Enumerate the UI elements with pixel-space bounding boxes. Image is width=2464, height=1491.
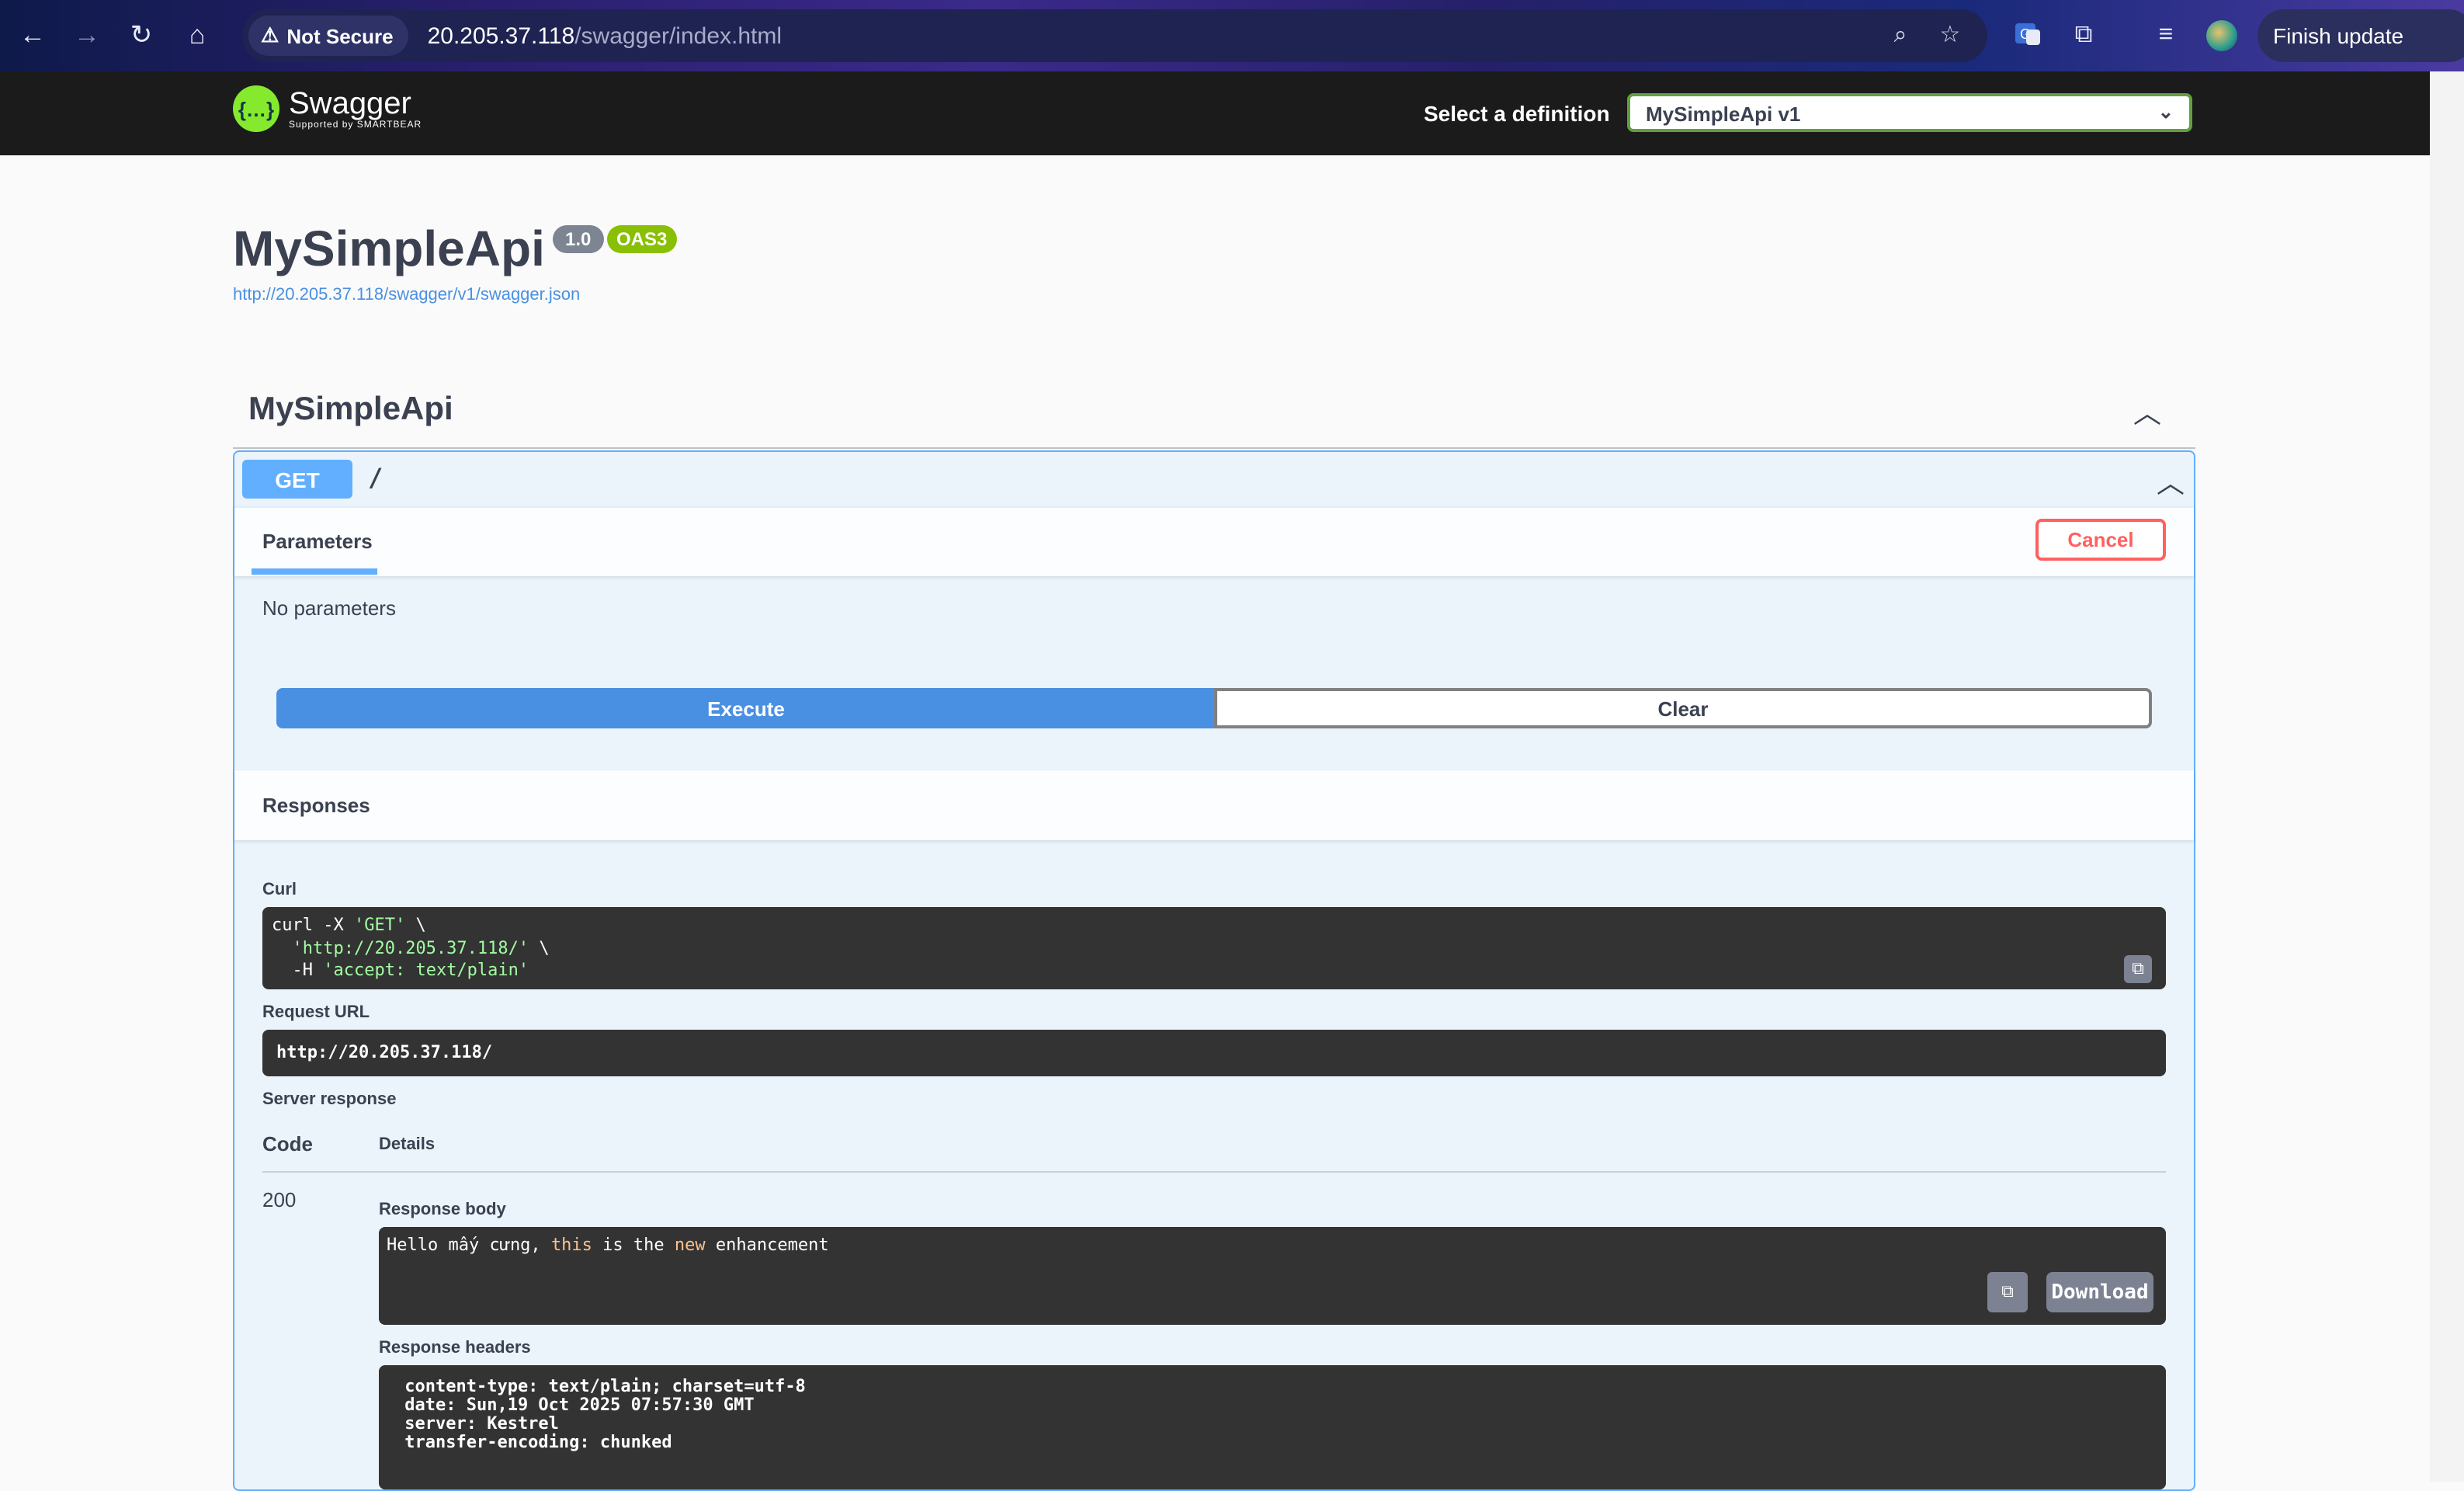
curl-line-3: -H 'accept: text/plain' bbox=[272, 960, 529, 980]
swagger-logo-text: Swagger bbox=[289, 86, 411, 120]
definition-select-value: MySimpleApi v1 bbox=[1646, 103, 1801, 126]
no-parameters-text: No parameters bbox=[262, 596, 396, 620]
operation-summary[interactable]: GET / ︿ bbox=[234, 452, 2194, 508]
responses-header bbox=[234, 770, 2194, 840]
page-root: ← → ↻ ⌂ ⚠ Not Secure 20.205.37.118/swagg… bbox=[0, 0, 2464, 1491]
request-url-block[interactable]: http://20.205.37.118/ bbox=[262, 1030, 2166, 1076]
zoom-icon[interactable]: ⌕ bbox=[1885, 20, 1916, 51]
operation-block: GET / ︿ Parameters Cancel No parameters … bbox=[233, 450, 2195, 1491]
url-host: 20.205.37.118 bbox=[427, 23, 575, 49]
request-url-label: Request URL bbox=[262, 1003, 370, 1022]
response-header-line: date: Sun,19 Oct 2025 07:57:30 GMT bbox=[394, 1395, 765, 1415]
swagger-logo-subtext: Supported by SMARTBEAR bbox=[289, 120, 422, 130]
response-header-line: server: Kestrel bbox=[394, 1413, 570, 1434]
response-body-block[interactable]: Hello mấy cưng, this is the new enhancem… bbox=[379, 1227, 2166, 1325]
not-secure-label: Not Secure bbox=[286, 24, 394, 47]
chevron-down-icon: ⌄ bbox=[2157, 101, 2174, 123]
response-header-line: content-type: text/plain; charset=utf-8 bbox=[394, 1376, 817, 1396]
curl-line-2: 'http://20.205.37.118/' \ bbox=[292, 937, 550, 958]
chevron-up-icon[interactable]: ︿ bbox=[2133, 391, 2161, 432]
translate-icon[interactable]: G bbox=[2011, 19, 2045, 53]
response-header-line: transfer-encoding: chunked bbox=[394, 1432, 682, 1452]
url-path: /swagger/index.html bbox=[574, 23, 783, 49]
server-response-label: Server response bbox=[262, 1090, 397, 1109]
code-column-header: Code bbox=[262, 1132, 313, 1156]
definition-select[interactable]: MySimpleApi v1 ⌄ bbox=[1627, 93, 2192, 132]
parameters-header: Parameters Cancel bbox=[234, 506, 2194, 576]
reading-list-icon[interactable]: ≡ bbox=[2149, 19, 2183, 53]
operation-path: / bbox=[368, 463, 383, 492]
response-body-label: Response body bbox=[379, 1201, 506, 1219]
copy-icon[interactable]: ⧉ bbox=[1987, 1272, 2028, 1312]
curl-code-block[interactable]: curl -X 'GET' \ 'http://20.205.37.118/' … bbox=[262, 907, 2166, 989]
not-secure-chip[interactable]: ⚠ Not Secure bbox=[248, 16, 409, 56]
response-body-text: Hello mấy cưng, this is the new enhancem… bbox=[387, 1235, 829, 1255]
cancel-button[interactable]: Cancel bbox=[2035, 519, 2166, 561]
response-headers-block[interactable]: content-type: text/plain; charset=utf-8 … bbox=[379, 1365, 2166, 1489]
status-code: 200 bbox=[262, 1188, 297, 1211]
bookmark-star-icon[interactable]: ☆ bbox=[1935, 20, 1966, 51]
api-title: MySimpleApi bbox=[233, 221, 545, 276]
download-button[interactable]: Download bbox=[2046, 1272, 2153, 1312]
chevron-up-icon[interactable]: ︿ bbox=[2157, 461, 2185, 502]
version-badge: 1.0 bbox=[553, 225, 604, 253]
tag-section-header[interactable]: MySimpleApi ︿ bbox=[233, 376, 2195, 449]
extensions-icon[interactable]: ⧉ bbox=[2067, 19, 2101, 53]
url-text[interactable]: 20.205.37.118/swagger/index.html bbox=[428, 23, 782, 49]
request-url-value: http://20.205.37.118/ bbox=[276, 1042, 493, 1062]
tab-parameters[interactable]: Parameters bbox=[262, 530, 373, 553]
warning-icon: ⚠ bbox=[261, 23, 279, 47]
swagger-topbar: {…} Swagger Supported by SMARTBEAR Selec… bbox=[0, 71, 2430, 155]
tab-underline bbox=[252, 568, 377, 575]
response-headers-label: Response headers bbox=[379, 1339, 531, 1357]
response-table-divider bbox=[262, 1171, 2166, 1173]
finish-update-label: Finish update bbox=[2273, 23, 2404, 48]
curl-label: Curl bbox=[262, 881, 297, 899]
oas-badge: OAS3 bbox=[607, 225, 677, 253]
tag-name: MySimpleApi bbox=[248, 391, 453, 427]
curl-line-1: curl -X 'GET' \ bbox=[272, 915, 426, 935]
definition-select-label: Select a definition bbox=[1424, 101, 1610, 126]
profile-avatar[interactable] bbox=[2206, 20, 2237, 51]
browser-toolbar: ← → ↻ ⌂ ⚠ Not Secure 20.205.37.118/swagg… bbox=[0, 0, 2464, 71]
page-scrollbar[interactable] bbox=[2430, 71, 2464, 1482]
reload-icon[interactable]: ↻ bbox=[121, 16, 161, 56]
details-column-header: Details bbox=[379, 1135, 436, 1154]
home-icon[interactable]: ⌂ bbox=[177, 16, 217, 56]
swagger-logo-icon: {…} bbox=[233, 85, 279, 132]
spec-url-link[interactable]: http://20.205.37.118/swagger/v1/swagger.… bbox=[233, 286, 580, 304]
clear-button[interactable]: Clear bbox=[1214, 688, 2152, 728]
back-icon[interactable]: ← bbox=[12, 16, 53, 56]
copy-icon[interactable]: ⧉ bbox=[2124, 955, 2152, 983]
forward-icon[interactable]: → bbox=[67, 16, 107, 56]
address-bar[interactable]: ⚠ Not Secure 20.205.37.118/swagger/index… bbox=[242, 9, 1987, 62]
responses-title: Responses bbox=[262, 794, 370, 817]
method-badge: GET bbox=[242, 460, 352, 499]
execute-button[interactable]: Execute bbox=[276, 688, 1216, 728]
swagger-logo[interactable]: {…} Swagger Supported by SMARTBEAR bbox=[233, 85, 422, 132]
finish-update-button[interactable]: Finish update bbox=[2258, 9, 2464, 62]
